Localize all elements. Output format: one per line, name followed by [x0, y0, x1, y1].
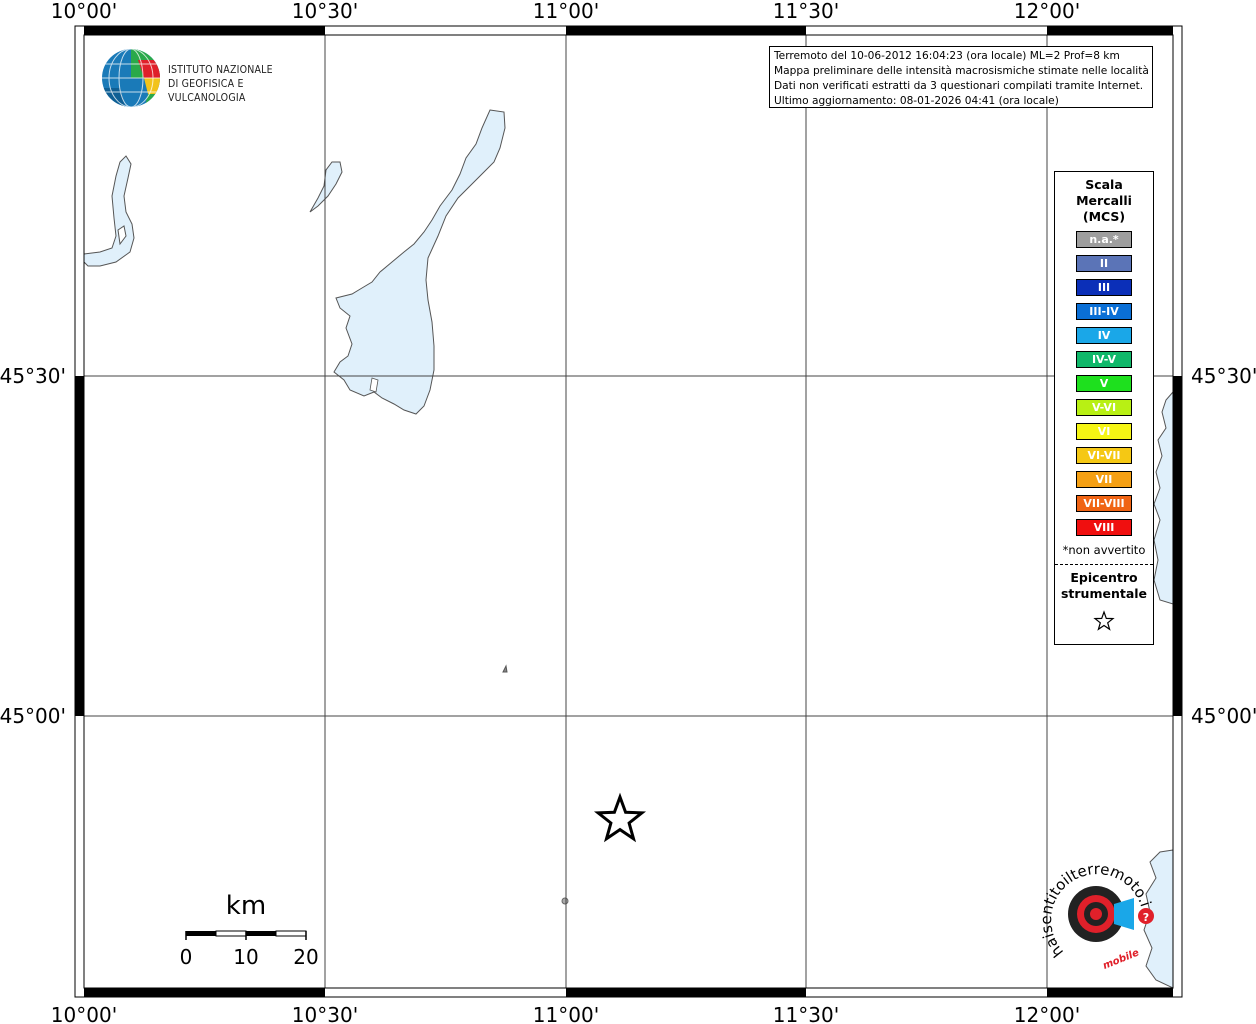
- legend-items: n.a.* II III III-IV IV IV-V V V-VI VI VI-VII VII VI…: [1055, 231, 1153, 536]
- bottom-tick-label: 12°00': [1014, 1003, 1080, 1024]
- bottom-tick-label: 11°30': [773, 1003, 839, 1024]
- top-tick-labels: 10°00' 10°30' 11°00' 11°30' 12°00': [51, 0, 1080, 23]
- left-tick-label: 45°00': [0, 704, 66, 728]
- scale-segment: [215, 930, 247, 937]
- right-tick-label: 45°30': [1191, 364, 1256, 388]
- intensity-legend: Scala Mercalli (MCS) n.a.* II III III-IV IV I…: [1054, 171, 1154, 645]
- legend-title-line: Scala: [1085, 177, 1123, 192]
- legend-epicenter-label: Epicentro strumentale: [1055, 570, 1153, 602]
- top-tick-label: 10°30': [292, 0, 358, 23]
- bottom-tick-label: 10°30': [292, 1003, 358, 1024]
- legend-swatch: V: [1076, 375, 1132, 392]
- legend-star-icon: [1055, 610, 1153, 636]
- left-tick-labels: 45°30' 45°00': [0, 364, 66, 728]
- legend-swatch: n.a.*: [1076, 231, 1132, 248]
- legend-swatch: VIII: [1076, 519, 1132, 536]
- right-tick-label: 45°00': [1191, 704, 1256, 728]
- legend-epicenter-line: Epicentro: [1070, 570, 1138, 585]
- bottom-tick-label: 11°00': [533, 1003, 599, 1024]
- svg-text:?: ?: [1143, 911, 1149, 924]
- logo-line-2: DI GEOFISICA E VULCANOLOGIA: [168, 78, 246, 104]
- scale-segment: [186, 931, 216, 936]
- logo-line-1: ISTITUTO NAZIONALE: [168, 64, 273, 76]
- small-pond: [561, 897, 569, 905]
- earthquake-info-box: Terremoto del 10-06-2012 16:04:23 (ora l…: [769, 46, 1153, 108]
- scale-tick-label: 0: [180, 945, 193, 969]
- scale-segment: [246, 931, 276, 936]
- legend-swatch: V-VI: [1076, 399, 1132, 416]
- legend-title-line: Mercalli: [1076, 193, 1132, 208]
- legend-swatch: VI-VII: [1076, 447, 1132, 464]
- ingv-globe-icon: [102, 49, 160, 107]
- left-tick-label: 45°30': [0, 364, 66, 388]
- info-line-4: Ultimo aggiornamento: 08-01-2026 04:41 (…: [774, 95, 1059, 107]
- map-area: [84, 35, 1173, 988]
- info-line-1: Terremoto del 10-06-2012 16:04:23 (ora l…: [774, 50, 1120, 62]
- info-line-2: Mappa preliminare delle intensità macros…: [774, 65, 1149, 77]
- ingv-logo: ISTITUTO NAZIONALE DI GEOFISICA E VULCAN…: [100, 48, 320, 110]
- legend-swatch: III: [1076, 279, 1132, 296]
- right-tick-labels: 45°30' 45°00': [1191, 364, 1256, 728]
- top-tick-label: 12°00': [1014, 0, 1080, 23]
- legend-title: Scala Mercalli (MCS): [1055, 177, 1153, 225]
- legend-title-line: (MCS): [1082, 209, 1126, 224]
- bottom-tick-labels: 10°00' 10°30' 11°00' 11°30' 12°00': [51, 1003, 1080, 1024]
- legend-swatch: III-IV: [1076, 303, 1132, 320]
- legend-epicenter-line: strumentale: [1060, 586, 1148, 601]
- scale-segment: [275, 930, 307, 937]
- info-line-3: Dati non verificati estratti da 3 questi…: [774, 80, 1144, 92]
- legend-swatch: VII: [1076, 471, 1132, 488]
- legend-swatch: VI: [1076, 423, 1132, 440]
- sentito-mobile-text: mobile: [1101, 947, 1141, 972]
- legend-swatch: II: [1076, 255, 1132, 272]
- haisentito-logo: haisentitoilterremoto.it ? mobile: [1033, 838, 1156, 972]
- legend-swatch: IV-V: [1076, 351, 1132, 368]
- scale-tick-label: 10: [233, 945, 258, 969]
- top-tick-label: 11°00': [533, 0, 599, 23]
- scale-unit: km: [226, 891, 266, 921]
- top-tick-label: 10°00': [51, 0, 117, 23]
- top-tick-label: 11°30': [773, 0, 839, 23]
- legend-note: *non avvertito: [1062, 543, 1146, 557]
- scale-bar: km 0 10 20: [176, 886, 326, 972]
- legend-divider: [1055, 564, 1153, 565]
- legend-swatch: IV: [1076, 327, 1132, 344]
- bottom-tick-label: 10°00': [51, 1003, 117, 1024]
- scale-tick-label: 20: [293, 945, 318, 969]
- legend-swatch: VII-VIII: [1076, 495, 1132, 512]
